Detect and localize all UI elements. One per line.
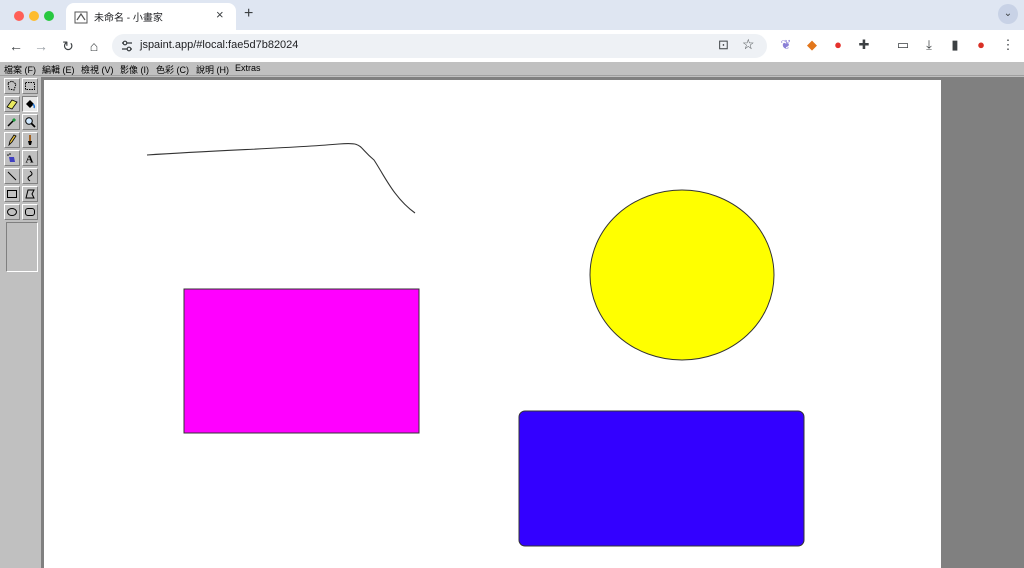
airbrush-tool[interactable] xyxy=(4,150,20,166)
menu-colors[interactable]: 色彩 (C) xyxy=(156,63,189,76)
eraser-icon xyxy=(6,99,18,110)
curve-tool[interactable] xyxy=(22,168,38,184)
site-info-icon[interactable] xyxy=(120,39,134,53)
browser-toolbar: ← → ↻ ⌂ jspaint.app/#local:fae5d7b82024 … xyxy=(0,30,1024,62)
extension-red-icon[interactable]: ● xyxy=(830,37,846,53)
maximize-window-button[interactable] xyxy=(44,11,54,21)
extension-metamask-icon[interactable]: ◆ xyxy=(804,37,820,53)
close-window-button[interactable] xyxy=(14,11,24,21)
browser-tab[interactable]: 未命名 - 小畫家 × xyxy=(66,3,236,30)
canvas-area xyxy=(41,77,1024,568)
svg-text:A: A xyxy=(26,154,34,165)
magnifier-tool[interactable] xyxy=(22,114,38,130)
rect-select-icon xyxy=(25,82,35,90)
install-icon[interactable]: ⊡ xyxy=(718,37,729,53)
freehand-curve xyxy=(146,142,416,214)
menu-bar: 檔案 (F) 編輯 (E) 檢視 (V) 影像 (I) 色彩 (C) 說明 (H… xyxy=(0,62,1024,76)
yellow-ellipse xyxy=(589,189,775,361)
more-icon[interactable]: ⋮ xyxy=(1000,37,1016,53)
free-form-select-icon xyxy=(7,80,17,91)
url-text: jspaint.app/#local:fae5d7b82024 xyxy=(140,39,299,51)
toolbox: A xyxy=(3,77,39,567)
back-button[interactable]: ← xyxy=(6,36,26,56)
menu-edit[interactable]: 編輯 (E) xyxy=(42,63,75,76)
magnifier-icon xyxy=(25,117,36,128)
magenta-rectangle xyxy=(183,288,420,434)
curve-icon xyxy=(27,170,33,182)
rounded-rectangle-tool[interactable] xyxy=(22,204,38,220)
extension-feather-icon[interactable]: ❦ xyxy=(778,37,794,53)
cast-icon[interactable]: ▭ xyxy=(895,37,911,53)
eyedropper-icon xyxy=(7,117,17,127)
pencil-tool[interactable] xyxy=(4,132,20,148)
menu-view[interactable]: 檢視 (V) xyxy=(81,63,114,76)
eraser-tool[interactable] xyxy=(4,96,20,112)
tab-title: 未命名 - 小畫家 xyxy=(94,13,163,24)
forward-button[interactable]: → xyxy=(31,36,51,56)
reload-button[interactable]: ↻ xyxy=(58,36,78,56)
pick-color-tool[interactable] xyxy=(4,114,20,130)
text-tool[interactable]: A xyxy=(22,150,38,166)
minimize-window-button[interactable] xyxy=(29,11,39,21)
brush-icon xyxy=(28,135,32,145)
download-icon[interactable]: ⤓ xyxy=(921,37,937,53)
text-a-icon: A xyxy=(26,154,34,165)
paint-favicon-icon xyxy=(74,11,88,24)
menu-extras[interactable]: Extras xyxy=(235,63,261,73)
line-tool[interactable] xyxy=(4,168,20,184)
polygon-tool[interactable] xyxy=(22,186,38,202)
paint-bucket-icon xyxy=(26,100,36,109)
brush-tool[interactable] xyxy=(22,132,38,148)
new-tab-button[interactable]: + xyxy=(244,5,253,23)
polygon-icon xyxy=(25,189,35,199)
ellipse-tool[interactable] xyxy=(4,204,20,220)
drawing-canvas[interactable] xyxy=(44,80,941,568)
pencil-icon xyxy=(8,134,17,146)
menu-image[interactable]: 影像 (I) xyxy=(120,63,149,76)
rounded-rectangle-icon xyxy=(25,208,35,216)
select-tool[interactable] xyxy=(22,78,38,94)
address-bar[interactable]: jspaint.app/#local:fae5d7b82024 ⊡ ☆ xyxy=(112,34,767,58)
browser-tab-bar: 未命名 - 小畫家 × + ⌄ xyxy=(0,0,1024,30)
rectangle-icon xyxy=(7,190,17,198)
profile-icon[interactable]: ● xyxy=(973,37,989,53)
line-icon xyxy=(7,171,17,181)
free-form-select-tool[interactable] xyxy=(4,78,20,94)
bookmark-star-icon[interactable]: ☆ xyxy=(742,36,755,53)
home-button[interactable]: ⌂ xyxy=(84,36,104,56)
menu-help[interactable]: 說明 (H) xyxy=(196,63,229,76)
fill-with-color-tool[interactable] xyxy=(22,96,38,112)
extensions-puzzle-icon[interactable]: ✚ xyxy=(856,37,872,53)
tab-close-button[interactable]: × xyxy=(216,7,224,22)
ellipse-icon xyxy=(7,208,17,216)
rectangle-tool[interactable] xyxy=(4,186,20,202)
tab-search-button[interactable]: ⌄ xyxy=(998,4,1018,24)
blue-rounded-rectangle xyxy=(518,410,805,547)
sidepanel-icon[interactable]: ▮ xyxy=(947,37,963,53)
airbrush-icon xyxy=(7,153,15,162)
paint-app: 檔案 (F) 編輯 (E) 檢視 (V) 影像 (I) 色彩 (C) 說明 (H… xyxy=(0,62,1024,568)
tool-options-panel[interactable] xyxy=(6,222,38,272)
menu-file[interactable]: 檔案 (F) xyxy=(4,63,36,76)
